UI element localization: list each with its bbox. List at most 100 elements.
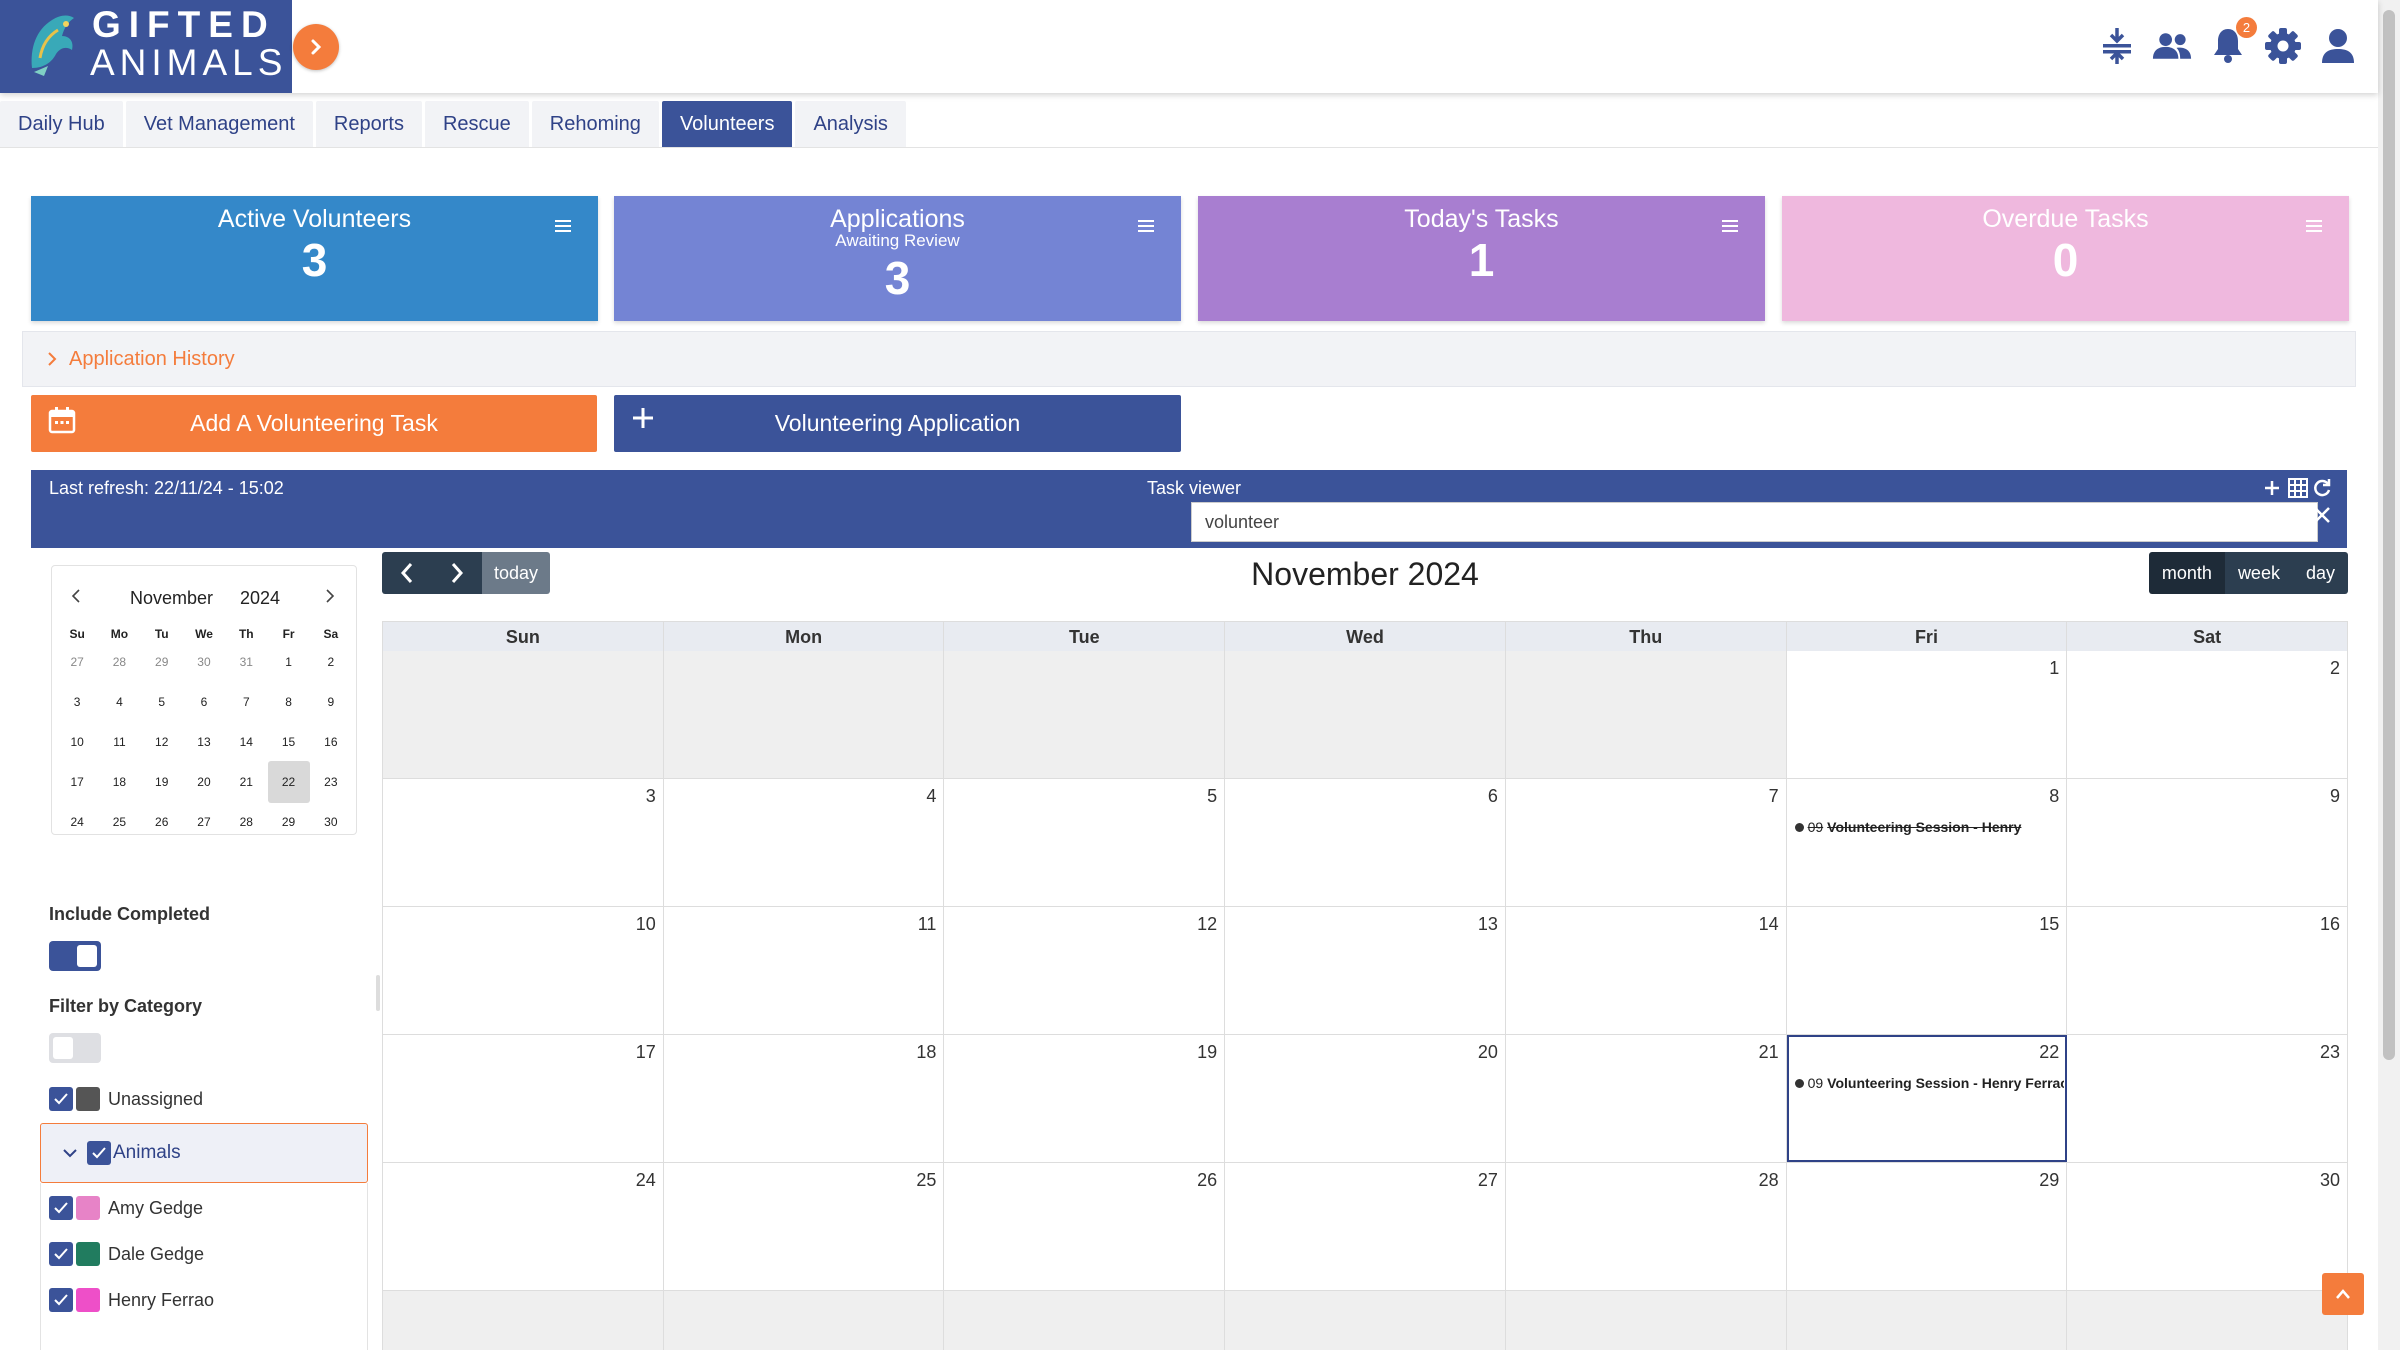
day-number[interactable]: 23 [2320, 1042, 2340, 1063]
checkbox-checked-icon[interactable] [49, 1242, 73, 1266]
chevron-right-icon[interactable] [325, 588, 335, 604]
category-amy-gedge[interactable]: Amy Gedge [49, 1195, 203, 1221]
day-cell[interactable]: 1 [1786, 651, 2068, 778]
category-henry-ferrao[interactable]: Henry Ferrao [49, 1287, 214, 1313]
day-number[interactable]: 9 [2330, 786, 2340, 807]
day-number[interactable]: 14 [1759, 914, 1779, 935]
day-cell[interactable] [2067, 1291, 2349, 1350]
prev-month-button[interactable] [382, 552, 432, 594]
day-cell[interactable] [1225, 651, 1506, 778]
day-cell[interactable]: 19 [944, 1035, 1226, 1162]
day-number[interactable]: 15 [2039, 914, 2059, 935]
mini-calendar-day[interactable]: 27 [183, 809, 225, 849]
day-cell[interactable]: 21 [1505, 1035, 1787, 1162]
day-cell[interactable] [1505, 1291, 1787, 1350]
tab-reports[interactable]: Reports [315, 101, 422, 147]
grid-icon[interactable] [2287, 477, 2309, 499]
day-number[interactable]: 17 [636, 1042, 656, 1063]
hamburger-menu-icon[interactable] [2306, 220, 2322, 235]
day-number[interactable]: 21 [1759, 1042, 1779, 1063]
close-icon[interactable] [2311, 504, 2333, 526]
active-volunteers-card[interactable]: Active Volunteers 3 [31, 196, 598, 321]
day-number[interactable]: 20 [1478, 1042, 1498, 1063]
category-group-animals[interactable]: Animals [40, 1123, 368, 1183]
day-cell[interactable]: 12 [944, 907, 1226, 1034]
day-number[interactable]: 3 [646, 786, 656, 807]
checkbox-checked-icon[interactable] [49, 1196, 73, 1220]
sidebar-scrollbar[interactable] [376, 975, 380, 1011]
scroll-to-top-button[interactable] [2322, 1273, 2364, 1315]
today-button[interactable]: today [482, 552, 550, 594]
applications-card[interactable]: Applications Awaiting Review 3 [614, 196, 1181, 321]
day-cell[interactable] [1225, 1291, 1506, 1350]
day-cell[interactable]: 27 [1225, 1163, 1506, 1290]
day-number[interactable]: 1 [2049, 658, 2059, 679]
day-number[interactable]: 2 [2330, 658, 2340, 679]
day-number[interactable]: 7 [1769, 786, 1779, 807]
mini-calendar-day[interactable]: 30 [310, 809, 352, 849]
day-number[interactable]: 22 [2039, 1042, 2059, 1063]
day-cell[interactable]: 25 [663, 1163, 945, 1290]
tab-rehoming[interactable]: Rehoming [531, 101, 659, 147]
tab-analysis[interactable]: Analysis [795, 101, 906, 147]
view-day-button[interactable]: day [2292, 552, 2348, 594]
mini-calendar-day[interactable]: 29 [267, 809, 309, 849]
day-number[interactable]: 10 [636, 914, 656, 935]
day-cell[interactable]: 15 [1786, 907, 2068, 1034]
page-scrollbar-thumb[interactable] [2383, 10, 2395, 1060]
compress-icon[interactable] [2097, 26, 2137, 66]
include-completed-toggle[interactable] [49, 941, 101, 971]
day-number[interactable]: 25 [916, 1170, 936, 1191]
hamburger-menu-icon[interactable] [1138, 220, 1154, 235]
day-cell[interactable]: 24 [382, 1163, 664, 1290]
day-cell[interactable]: 13 [1225, 907, 1506, 1034]
day-number[interactable]: 13 [1478, 914, 1498, 935]
day-cell[interactable]: 4 [663, 779, 945, 906]
day-cell[interactable]: 28 [1505, 1163, 1787, 1290]
day-cell[interactable]: 30 [2067, 1163, 2349, 1290]
day-cell[interactable]: 17 [382, 1035, 664, 1162]
view-month-button[interactable]: month [2148, 552, 2225, 594]
day-cell[interactable]: 23 [2067, 1035, 2349, 1162]
day-cell[interactable]: 14 [1505, 907, 1787, 1034]
tab-vet-management[interactable]: Vet Management [125, 101, 313, 147]
day-number[interactable]: 28 [1759, 1170, 1779, 1191]
day-cell[interactable]: 16 [2067, 907, 2349, 1034]
day-cell[interactable]: 11 [663, 907, 945, 1034]
mini-calendar-day[interactable]: 24 [56, 809, 98, 849]
day-cell-today[interactable]: 22 09 Volunteering Session - Henry Ferrao [1786, 1035, 2068, 1162]
day-number[interactable]: 12 [1197, 914, 1217, 935]
brand-logo[interactable]: GIFTED ANIMALS [0, 0, 292, 93]
category-unassigned[interactable]: Unassigned [49, 1086, 203, 1112]
day-number[interactable]: 30 [2320, 1170, 2340, 1191]
day-cell[interactable]: 29 [1786, 1163, 2068, 1290]
application-history-toggle[interactable]: Application History [22, 331, 2356, 387]
calendar-event[interactable]: 09 Volunteering Session - Henry [1794, 819, 2065, 835]
day-cell[interactable]: 20 [1225, 1035, 1506, 1162]
plus-icon[interactable] [2261, 477, 2283, 499]
day-cell[interactable] [944, 1291, 1226, 1350]
day-number[interactable]: 27 [1478, 1170, 1498, 1191]
day-number[interactable]: 19 [1197, 1042, 1217, 1063]
day-cell[interactable] [1786, 1291, 2068, 1350]
category-dale-gedge[interactable]: Dale Gedge [49, 1241, 204, 1267]
day-number[interactable]: 5 [1207, 786, 1217, 807]
day-cell[interactable] [663, 1291, 945, 1350]
day-cell[interactable]: 5 [944, 779, 1226, 906]
day-number[interactable]: 18 [916, 1042, 936, 1063]
chevron-left-icon[interactable] [71, 588, 81, 604]
calendar-event[interactable]: 09 Volunteering Session - Henry Ferrao [1794, 1075, 2064, 1091]
day-number[interactable]: 4 [926, 786, 936, 807]
gear-icon[interactable] [2263, 26, 2303, 66]
view-week-button[interactable]: week [2224, 552, 2293, 594]
sidebar-toggle-button[interactable] [293, 24, 339, 70]
volunteering-application-button[interactable]: Volunteering Application [614, 395, 1181, 452]
day-cell[interactable]: 7 [1505, 779, 1787, 906]
day-cell[interactable] [382, 651, 664, 778]
tab-rescue[interactable]: Rescue [424, 101, 529, 147]
day-number[interactable]: 16 [2320, 914, 2340, 935]
add-volunteering-task-button[interactable]: Add A Volunteering Task [31, 395, 597, 452]
overdue-tasks-card[interactable]: Overdue Tasks 0 [1782, 196, 2349, 321]
day-cell[interactable] [382, 1291, 664, 1350]
day-cell[interactable]: 10 [382, 907, 664, 1034]
